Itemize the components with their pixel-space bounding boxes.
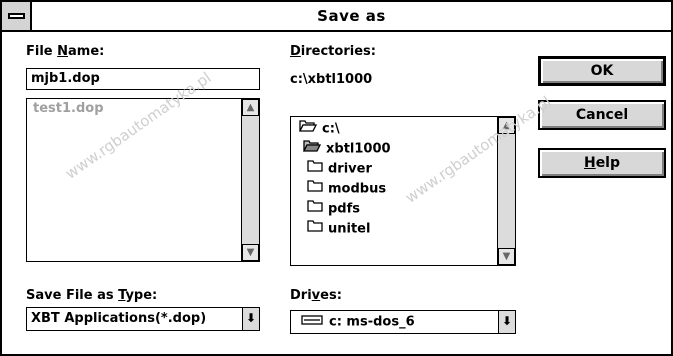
dropdown-arrow-icon[interactable]: ⬇ — [498, 311, 515, 333]
system-menu-button[interactable] — [2, 2, 32, 30]
window-title: Save as — [317, 7, 386, 25]
file-list-item[interactable]: test1.dop — [33, 101, 104, 116]
open-folder-icon — [298, 119, 318, 139]
save-type-value: XBT Applications(*.dop) — [31, 311, 207, 326]
dir-item-driver[interactable]: driver — [307, 159, 372, 179]
directory-list-scrollbar[interactable]: ▲ ▼ — [497, 117, 515, 265]
folder-icon — [307, 159, 323, 179]
dir-item-unitel[interactable]: unitel — [307, 219, 370, 239]
save-type-label: Save File as Type: — [26, 288, 158, 303]
current-path: c:\xbtl1000 — [290, 72, 373, 87]
ok-button[interactable]: OK — [538, 56, 666, 86]
drives-label: Drives: — [290, 288, 342, 303]
save-type-select[interactable]: XBT Applications(*.dop) ⬇ — [26, 307, 260, 331]
hard-drive-icon — [301, 311, 323, 333]
scroll-up-icon[interactable]: ▲ — [498, 117, 515, 134]
file-name-label: File Name: — [26, 44, 105, 59]
dir-item-pdfs[interactable]: pdfs — [307, 199, 360, 219]
dir-item-root[interactable]: c:\ — [298, 119, 340, 139]
dialog-body: File Name: mjb1.dop test1.dop ▲ ▼ Direct… — [2, 32, 671, 354]
scroll-up-icon[interactable]: ▲ — [242, 99, 259, 116]
title-bar: Save as — [2, 2, 671, 32]
folder-icon — [307, 219, 323, 239]
save-as-dialog: Save as File Name: mjb1.dop test1.dop ▲ … — [0, 0, 673, 356]
directories-label: Directories: — [290, 44, 376, 59]
cancel-button[interactable]: Cancel — [538, 100, 666, 130]
open-folder-icon — [302, 139, 322, 159]
folder-icon — [307, 179, 323, 199]
scroll-down-icon[interactable]: ▼ — [242, 244, 259, 261]
file-list-scrollbar[interactable]: ▲ ▼ — [241, 99, 259, 261]
dropdown-arrow-icon[interactable]: ⬇ — [242, 308, 259, 330]
file-list[interactable]: test1.dop ▲ ▼ — [26, 98, 260, 262]
dir-item-xbtl1000[interactable]: xbtl1000 — [302, 139, 391, 159]
file-name-input[interactable]: mjb1.dop — [26, 68, 260, 90]
scroll-down-icon[interactable]: ▼ — [498, 248, 515, 265]
drives-select[interactable]: c: ms-dos_6 ⬇ — [290, 310, 516, 334]
help-button[interactable]: Help — [538, 148, 666, 178]
folder-icon — [307, 199, 323, 219]
dir-item-modbus[interactable]: modbus — [307, 179, 386, 199]
drives-value: c: ms-dos_6 — [329, 314, 415, 330]
system-menu-icon — [8, 13, 25, 19]
directory-list[interactable]: c:\ xbtl1000 driver modbus pdfs unitel ▲… — [290, 116, 516, 266]
